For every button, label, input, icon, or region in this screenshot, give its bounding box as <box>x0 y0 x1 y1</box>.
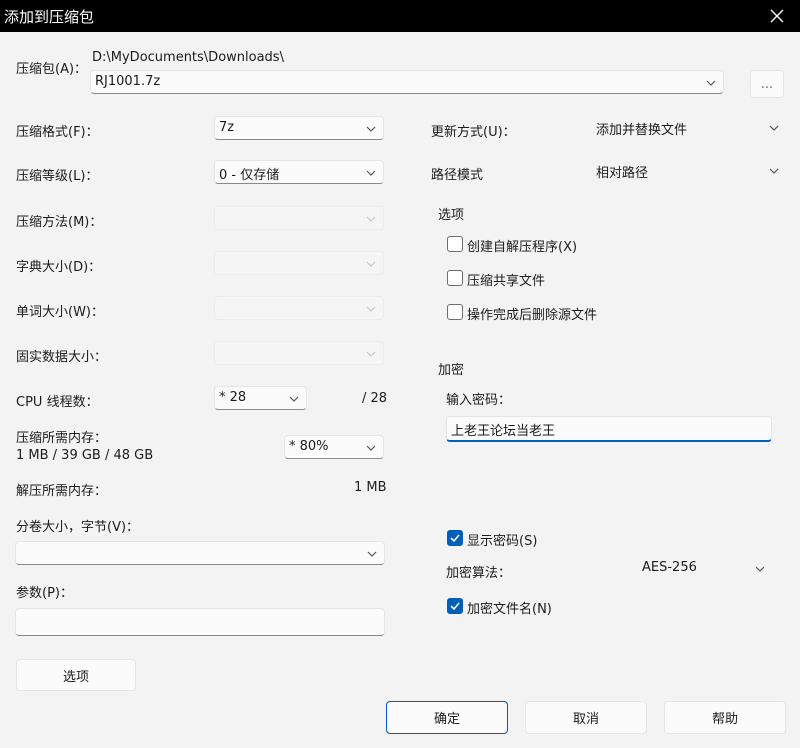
algo-label: 加密算法： <box>446 566 512 581</box>
browse-label: ... <box>760 76 774 92</box>
archive-path: D:\MyDocuments\Downloads\ <box>92 50 284 65</box>
params-label: 参数(P)： <box>16 586 73 601</box>
update-select[interactable]: 添加并替换文件 <box>592 116 784 140</box>
close-icon <box>770 9 784 23</box>
chevron-down-icon <box>366 170 376 176</box>
format-label: 压缩格式(F)： <box>16 125 99 140</box>
window-title: 添加到压缩包 <box>4 8 95 26</box>
algo-value: AES-256 <box>642 560 697 575</box>
sfx-label: 创建自解压程序(X) <box>467 240 578 255</box>
chevron-down-icon <box>366 216 376 222</box>
method-label: 压缩方法(M)： <box>16 215 103 230</box>
cpu-value: * 28 <box>219 390 247 405</box>
chevron-down-icon <box>755 566 765 572</box>
password-value: 上老王论坛当老王 <box>451 424 556 439</box>
params-input[interactable] <box>15 608 385 636</box>
solid-label: 固实数据大小： <box>16 350 108 365</box>
path-mode-label: 路径模式 <box>431 168 484 183</box>
chevron-down-icon <box>706 80 716 86</box>
cancel-button[interactable]: 取消 <box>525 701 647 734</box>
delete-source-label: 操作完成后删除源文件 <box>467 308 598 323</box>
word-label: 单词大小(W)： <box>16 305 104 320</box>
cpu-label: CPU 线程数： <box>16 395 99 410</box>
title-bar: 添加到压缩包 <box>0 0 800 32</box>
shared-label: 压缩共享文件 <box>467 274 546 289</box>
options-group-title: 选项 <box>438 208 465 223</box>
archive-name-value: RJ1001.7z <box>95 74 161 89</box>
word-select[interactable] <box>214 296 384 320</box>
checkmark-icon <box>450 534 460 543</box>
mem-value: * 80% <box>289 439 329 454</box>
ok-label: 确定 <box>433 712 460 727</box>
encrypt-group-title: 加密 <box>438 363 465 378</box>
level-label: 压缩等级(L)： <box>16 169 99 184</box>
path-mode-value: 相对路径 <box>596 166 649 181</box>
chevron-down-icon <box>769 125 779 131</box>
format-value: 7z <box>219 120 235 135</box>
delete-source-checkbox[interactable] <box>447 304 463 320</box>
mem-select[interactable]: * 80% <box>284 435 384 459</box>
split-select[interactable] <box>15 541 385 565</box>
decomp-value: 1 MB <box>354 480 387 495</box>
chevron-down-icon <box>769 168 779 174</box>
close-button[interactable] <box>754 0 800 32</box>
encrypt-names-checkbox[interactable] <box>447 598 463 614</box>
chevron-down-icon <box>366 351 376 357</box>
decomp-label: 解压所需内存： <box>16 484 108 499</box>
archive-label: 压缩包(A)： <box>16 62 88 77</box>
split-label: 分卷大小，字节(V)： <box>16 520 140 535</box>
level-select[interactable]: 0 - 仅存储 <box>214 160 384 184</box>
options-button[interactable]: 选项 <box>16 659 136 691</box>
help-label: 帮助 <box>711 712 738 727</box>
algo-select[interactable]: AES-256 <box>638 557 770 581</box>
mem-info: 1 MB / 39 GB / 48 GB <box>16 448 154 463</box>
chevron-down-icon <box>289 396 299 402</box>
format-select[interactable]: 7z <box>214 116 384 140</box>
chevron-down-icon <box>366 126 376 132</box>
mem-label: 压缩所需内存： <box>16 431 108 446</box>
encrypt-names-label: 加密文件名(N) <box>467 602 552 617</box>
checkmark-icon <box>450 602 460 611</box>
level-value: 0 - 仅存储 <box>219 168 280 183</box>
options-button-label: 选项 <box>62 669 89 685</box>
chevron-down-icon <box>367 551 377 557</box>
dict-select[interactable] <box>214 251 384 275</box>
chevron-down-icon <box>366 261 376 267</box>
solid-select[interactable] <box>214 341 384 365</box>
chevron-down-icon <box>366 306 376 312</box>
password-input[interactable]: 上老王论坛当老王 <box>446 416 772 442</box>
dict-label: 字典大小(D)： <box>16 260 102 275</box>
sfx-checkbox[interactable] <box>447 236 463 252</box>
archive-name-combo[interactable]: RJ1001.7z <box>90 70 724 94</box>
path-mode-select[interactable]: 相对路径 <box>592 159 784 183</box>
ok-button[interactable]: 确定 <box>386 701 508 734</box>
chevron-down-icon <box>366 445 376 451</box>
cancel-label: 取消 <box>572 712 599 727</box>
method-select[interactable] <box>214 206 384 230</box>
cpu-select[interactable]: * 28 <box>214 386 307 410</box>
help-button[interactable]: 帮助 <box>664 701 786 734</box>
browse-button[interactable]: ... <box>750 70 784 98</box>
password-label: 输入密码： <box>446 393 512 408</box>
show-password-checkbox[interactable] <box>447 530 463 546</box>
update-label: 更新方式(U)： <box>431 125 516 140</box>
shared-checkbox[interactable] <box>447 270 463 286</box>
show-password-label: 显示密码(S) <box>467 534 538 549</box>
cpu-total: / 28 <box>362 391 388 406</box>
update-value: 添加并替换文件 <box>596 123 688 138</box>
